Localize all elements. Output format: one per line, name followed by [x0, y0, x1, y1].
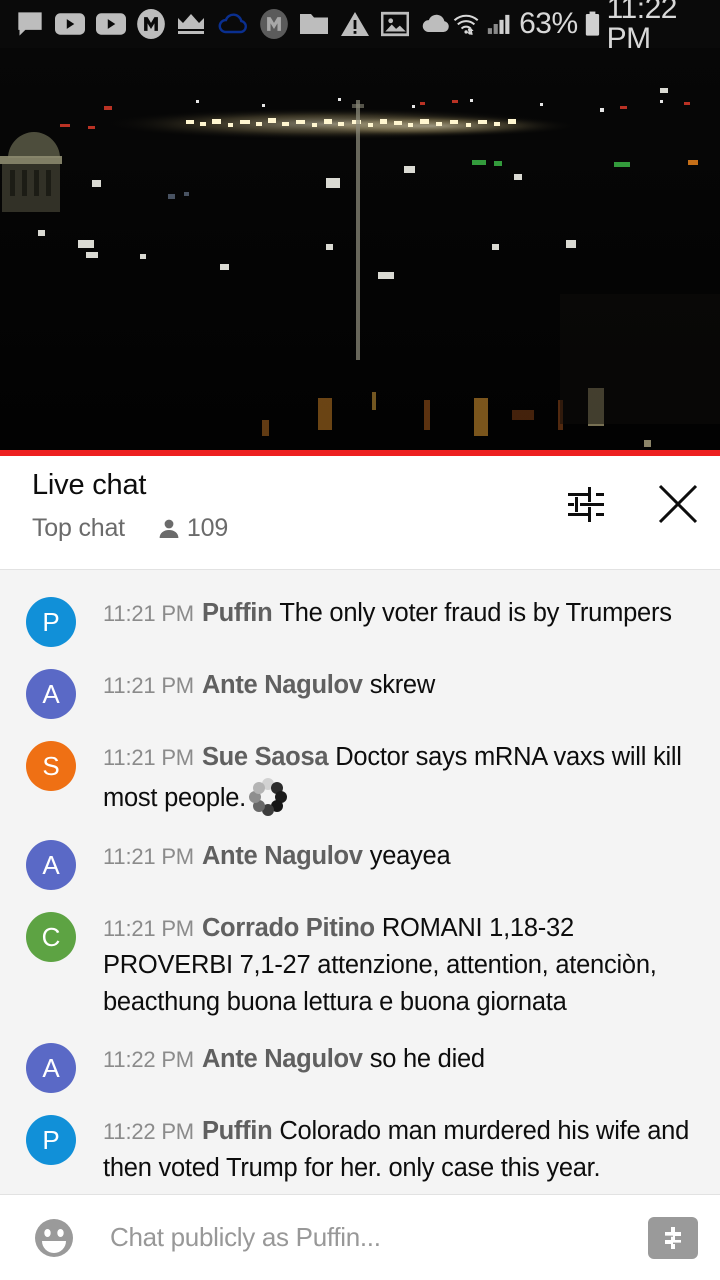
- chat-message-row[interactable]: S 11:21 PM Sue Saosa Doctor says mRNA vaxs …: [0, 728, 720, 827]
- chat-message-row[interactable]: C 11:21 PM Corrado Pitino ROMANI 1,18-32 PR…: [0, 899, 720, 1030]
- avatar[interactable]: A: [26, 840, 76, 890]
- avatar[interactable]: P: [26, 1115, 76, 1165]
- chat-message-row[interactable]: A 11:21 PM Ante Nagulov skrew: [0, 656, 720, 728]
- close-icon: [658, 484, 698, 524]
- chat-message-text: so he died: [369, 1045, 485, 1073]
- dollar-sign-icon: [665, 1226, 681, 1249]
- video-player[interactable]: [0, 48, 720, 450]
- avatar[interactable]: C: [26, 912, 76, 962]
- chat-message-row[interactable]: A 11:21 PM Ante Nagulov yeayea: [0, 827, 720, 899]
- youtube-play-icon: [55, 13, 85, 35]
- cellular-signal-icon: [488, 14, 510, 34]
- cloud-outline-icon: [218, 13, 247, 34]
- chat-message-row[interactable]: A 11:22 PM Ante Nagulov so he died: [0, 1030, 720, 1102]
- chat-message-author[interactable]: Ante Nagulov: [202, 671, 363, 699]
- chat-message-author[interactable]: Sue Saosa: [202, 743, 329, 771]
- viewer-count-group: 109: [157, 514, 228, 543]
- chat-message-body: 11:21 PM Ante Nagulov skrew: [103, 665, 702, 719]
- youtube-play-icon-2: [96, 13, 126, 35]
- chat-header-actions: [560, 478, 704, 530]
- chat-bubble-icon: [18, 12, 42, 36]
- chat-message-timestamp: 11:21 PM: [103, 916, 194, 941]
- crown-icon: [178, 14, 204, 34]
- emoji-smiley-icon: [35, 1218, 73, 1257]
- chat-message-timestamp: 11:21 PM: [103, 601, 194, 626]
- folder-icon: [300, 14, 328, 34]
- video-frame-nightscape: [0, 48, 720, 450]
- m-circle-icon: [137, 9, 165, 39]
- live-chat-header: Live chat Top chat 109: [0, 456, 720, 570]
- m-circle-gray-icon: [260, 9, 288, 39]
- status-bar: 63% 11:22 PM: [0, 0, 720, 54]
- chat-settings-button[interactable]: [560, 478, 612, 530]
- close-chat-button[interactable]: [652, 478, 704, 530]
- youtube-live-chat-screen: 63% 11:22 PM Live chat Top chat 109 P 11…: [0, 0, 720, 1280]
- chat-subheader: Top chat 109: [32, 514, 228, 543]
- avatar[interactable]: P: [26, 597, 76, 647]
- chat-message-list[interactable]: P 11:21 PM Puffin The only voter fraud is b…: [0, 570, 720, 1194]
- chat-input-bar: [0, 1194, 720, 1280]
- chat-message-body: 11:21 PM Sue Saosa Doctor says mRNA vaxs w…: [103, 737, 702, 818]
- person-icon: [159, 519, 179, 538]
- viewer-count-label: 109: [186, 514, 229, 542]
- page-title: Live chat: [32, 469, 147, 501]
- avatar[interactable]: S: [26, 741, 76, 791]
- cloud-filled-icon: [422, 14, 449, 32]
- chat-message-body: 11:21 PM Corrado Pitino ROMANI 1,18-32 PRO…: [103, 908, 702, 1021]
- loading-spinner-emoji: [247, 776, 289, 818]
- status-bar-notification-icons: [16, 9, 452, 39]
- status-bar-system-icons: 63% 11:22 PM: [452, 0, 708, 54]
- image-icon: [381, 11, 409, 37]
- chat-message-timestamp: 11:22 PM: [103, 1119, 194, 1144]
- clock-label: 11:22 PM: [606, 0, 678, 55]
- chat-message-timestamp: 11:21 PM: [103, 844, 194, 869]
- chat-mode-label[interactable]: Top chat: [32, 514, 125, 543]
- wifi-icon: [453, 14, 479, 35]
- chat-message-timestamp: 11:22 PM: [103, 1047, 194, 1072]
- tune-sliders-icon: [568, 487, 604, 522]
- chat-message-timestamp: 11:21 PM: [103, 745, 194, 770]
- chat-message-author[interactable]: Ante Nagulov: [202, 842, 363, 870]
- chat-message-author[interactable]: Ante Nagulov: [202, 1045, 363, 1073]
- battery-percent-label: 63%: [519, 7, 578, 40]
- battery-icon: [585, 11, 599, 36]
- chat-message-text: yeayea: [369, 842, 451, 870]
- chat-message-row[interactable]: P 11:21 PM Puffin The only voter fraud is b…: [0, 584, 720, 656]
- chat-message-text: The only voter fraud is by Trumpers: [279, 599, 672, 627]
- emoji-picker-button[interactable]: [28, 1212, 80, 1264]
- avatar[interactable]: A: [26, 1043, 76, 1093]
- avatar[interactable]: A: [26, 669, 76, 719]
- chat-message-author[interactable]: Corrado Pitino: [202, 914, 375, 942]
- superchat-button[interactable]: [648, 1216, 698, 1259]
- chat-message-text: skrew: [369, 671, 436, 699]
- chat-message-body: 11:21 PM Ante Nagulov yeayea: [103, 836, 702, 890]
- chat-message-row[interactable]: P 11:22 PM Puffin Colorado man murdered his…: [0, 1102, 720, 1194]
- chat-message-author[interactable]: Puffin: [202, 599, 273, 627]
- chat-message-body: 11:21 PM Puffin The only voter fraud is by…: [103, 593, 702, 647]
- chat-message-author[interactable]: Puffin: [202, 1117, 273, 1145]
- chat-message-body: 11:22 PM Ante Nagulov so he died: [103, 1039, 702, 1093]
- warning-triangle-icon: [341, 12, 369, 36]
- chat-message-timestamp: 11:21 PM: [103, 673, 194, 698]
- chat-input[interactable]: [110, 1222, 648, 1253]
- chat-message-body: 11:22 PM Puffin Colorado man murdered his …: [103, 1111, 702, 1187]
